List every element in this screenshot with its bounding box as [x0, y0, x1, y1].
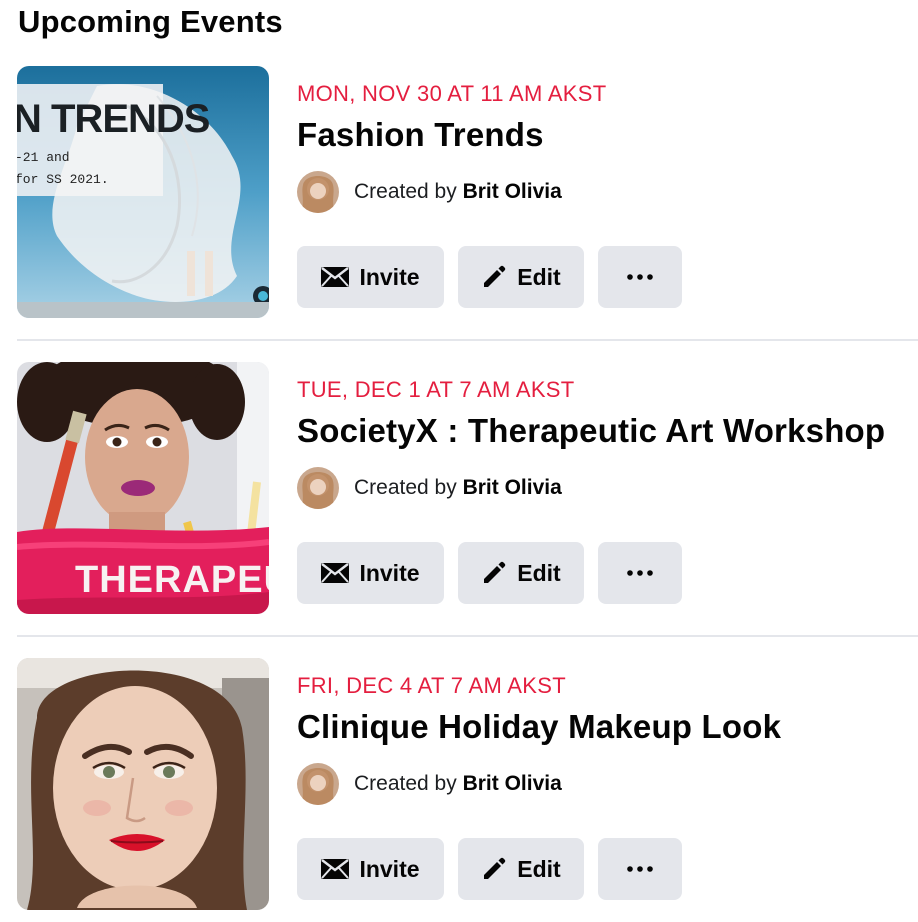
edit-label: Edit	[517, 559, 561, 586]
creator-prefix: Created by	[354, 772, 463, 795]
event-creator: Created by Brit Olivia	[297, 762, 562, 806]
invite-label: Invite	[359, 559, 420, 586]
avatar[interactable]	[297, 467, 339, 509]
event-thumbnail[interactable]: THERAPEUT	[17, 362, 269, 614]
pencil-icon	[481, 264, 507, 290]
pencil-icon	[481, 856, 507, 882]
edit-label: Edit	[517, 263, 561, 290]
thumb-heading: N TRENDS	[17, 97, 210, 141]
avatar[interactable]	[297, 763, 339, 805]
event-title[interactable]: Fashion Trends	[297, 114, 544, 156]
creator-name[interactable]: Brit Olivia	[463, 180, 562, 203]
event-card: N TRENDS -21 and for SS 2021. MON, NOV 3…	[17, 66, 918, 318]
creator-name[interactable]: Brit Olivia	[463, 772, 562, 795]
divider	[17, 635, 918, 637]
more-options-button[interactable]	[598, 246, 682, 308]
avatar[interactable]	[297, 171, 339, 213]
event-title[interactable]: Clinique Holiday Makeup Look	[297, 706, 781, 748]
ellipsis-icon	[627, 274, 653, 280]
divider	[17, 339, 918, 341]
event-title[interactable]: SocietyX : Therapeutic Art Workshop	[297, 410, 885, 452]
creator-prefix: Created by	[354, 180, 463, 203]
event-date: FRI, DEC 4 AT 7 AM AKST	[297, 673, 566, 698]
invite-label: Invite	[359, 855, 420, 882]
envelope-icon	[321, 859, 350, 879]
invite-button[interactable]: Invite	[297, 246, 444, 308]
ellipsis-icon	[627, 570, 653, 576]
thumb-line-2: for SS 2021.	[17, 172, 109, 187]
event-card: FRI, DEC 4 AT 7 AM AKST Clinique Holiday…	[17, 658, 918, 910]
more-options-button[interactable]	[598, 838, 682, 900]
section-title: Upcoming Events	[18, 4, 283, 39]
creator-prefix: Created by	[354, 476, 463, 499]
edit-button[interactable]: Edit	[458, 246, 584, 308]
event-actions: Invite Edit	[297, 542, 696, 604]
creator-name[interactable]: Brit Olivia	[463, 476, 562, 499]
invite-label: Invite	[359, 263, 420, 290]
envelope-icon	[321, 563, 350, 583]
edit-button[interactable]: Edit	[458, 542, 584, 604]
edit-button[interactable]: Edit	[458, 838, 584, 900]
event-creator: Created by Brit Olivia	[297, 466, 562, 510]
event-thumbnail[interactable]	[17, 658, 269, 910]
invite-button[interactable]: Invite	[297, 542, 444, 604]
event-card: THERAPEUT TUE, DEC 1 AT 7 AM AKST Societ…	[17, 362, 918, 614]
invite-button[interactable]: Invite	[297, 838, 444, 900]
thumb-line-1: -21 and	[17, 150, 70, 165]
edit-label: Edit	[517, 855, 561, 882]
ellipsis-icon	[627, 866, 653, 872]
thumb-banner: THERAPEUT	[75, 559, 269, 601]
pencil-icon	[481, 560, 507, 586]
event-actions: Invite Edit	[297, 838, 696, 900]
event-creator: Created by Brit Olivia	[297, 170, 562, 214]
event-thumbnail[interactable]: N TRENDS -21 and for SS 2021.	[17, 66, 269, 318]
event-date: TUE, DEC 1 AT 7 AM AKST	[297, 377, 575, 402]
envelope-icon	[321, 267, 350, 287]
event-actions: Invite Edit	[297, 246, 696, 308]
event-date: MON, NOV 30 AT 11 AM AKST	[297, 81, 607, 106]
more-options-button[interactable]	[598, 542, 682, 604]
